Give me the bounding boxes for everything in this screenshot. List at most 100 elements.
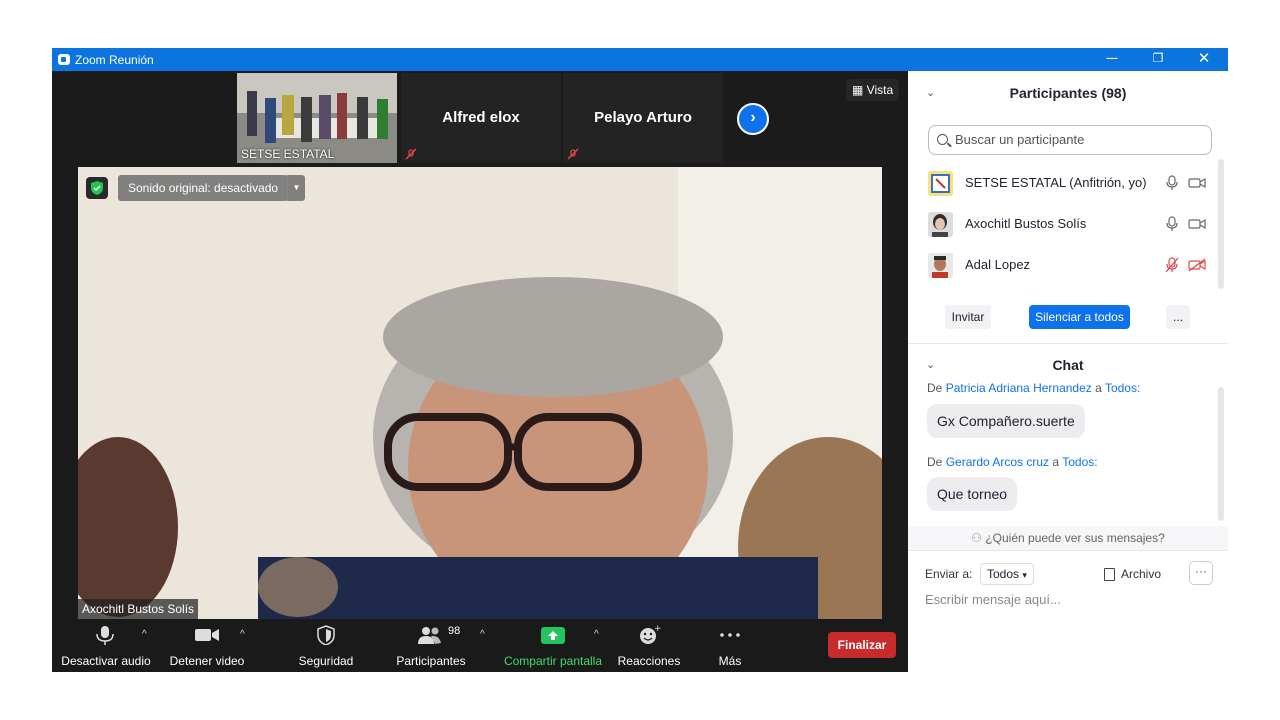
collapse-chevron-icon[interactable]: ⌄ <box>926 73 935 113</box>
tile-name: Pelayo Arturo <box>594 109 692 126</box>
search-placeholder: Buscar un participante <box>955 132 1085 147</box>
chat-message-header: De Patricia Adriana Hernandez a Todos: <box>927 381 1140 395</box>
person-photo <box>928 212 953 237</box>
tile-name: Alfred elox <box>442 109 520 126</box>
svg-text:+: + <box>654 625 662 634</box>
video-tile-setse[interactable]: SETSE ESTATAL <box>237 73 397 163</box>
participant-row[interactable]: SETSE ESTATAL (Anfitrión, yo) <box>908 163 1218 204</box>
file-label: Archivo <box>1121 567 1162 581</box>
sender-name[interactable]: Gerardo Arcos cruz <box>946 455 1049 469</box>
chat-scrollbar[interactable] <box>1218 387 1224 521</box>
microphone-icon[interactable] <box>1165 175 1179 191</box>
window-title: Zoom Reunión <box>75 53 154 67</box>
more-dots-icon <box>720 633 740 637</box>
reactions-label: Reacciones <box>617 654 681 668</box>
zoom-window: Zoom Reunión ─ ❐ ✕ SETSE ESTATAL Alfred … <box>52 48 1228 672</box>
participants-count-badge: 98 <box>448 625 461 637</box>
chat-bubble: Que torneo <box>927 477 1018 511</box>
mute-all-button[interactable]: Silenciar a todos <box>1029 305 1130 329</box>
chat-bubble: Gx Compañero.suerte <box>927 404 1085 438</box>
view-label: Vista <box>866 83 894 97</box>
close-button[interactable]: ✕ <box>1181 48 1227 71</box>
participants-button[interactable]: 98 Participantes <box>392 619 470 672</box>
stop-video-button[interactable]: Detener video <box>164 619 250 672</box>
video-area: SETSE ESTATAL Alfred elox Pelayo Arturo <box>52 71 908 672</box>
share-options-caret-icon[interactable]: ^ <box>594 629 599 640</box>
reactions-button[interactable]: + Reacciones <box>616 619 682 672</box>
file-icon <box>1104 568 1115 582</box>
recipient-name[interactable]: Todos: <box>1105 381 1140 395</box>
video-tile-pelayo[interactable]: Pelayo Arturo <box>563 73 723 163</box>
send-to-dropdown[interactable]: Todos ▾ <box>980 563 1034 585</box>
microphone-icon[interactable] <box>1165 216 1179 232</box>
invite-button[interactable]: Invitar <box>945 305 991 329</box>
mute-audio-label: Desactivar audio <box>61 654 151 668</box>
video-camera-icon <box>195 629 219 641</box>
participant-list: SETSE ESTATAL (Anfitrión, yo) Axochitl B… <box>908 163 1228 287</box>
video-tile-alfred[interactable]: Alfred elox <box>401 73 561 163</box>
security-shield-icon <box>317 625 335 645</box>
tile-name: SETSE ESTATAL <box>241 147 335 161</box>
share-screen-label: Compartir pantalla <box>503 654 603 668</box>
recipient-name[interactable]: Todos: <box>1062 455 1097 469</box>
meeting-toolbar: Desactivar audio ^ Detener video ^ Segur… <box>52 619 908 672</box>
share-screen-button[interactable]: Compartir pantalla <box>500 619 606 672</box>
next-page-arrow-icon[interactable]: › <box>737 103 769 135</box>
person-photo <box>928 253 953 278</box>
chat-message-header: De Gerardo Arcos cruz a Todos: <box>927 455 1098 469</box>
speaker-name-label: Axochitl Bustos Solís <box>78 599 199 619</box>
to-word: a <box>1095 381 1102 395</box>
participant-row[interactable]: Axochitl Bustos Solís <box>908 204 1218 245</box>
more-label: Más <box>718 654 742 668</box>
search-icon <box>937 134 948 145</box>
who-can-see-label: ¿Quién puede ver sus mensajes? <box>985 531 1165 545</box>
avatar <box>928 212 953 237</box>
grid-icon: ▦ <box>852 83 867 97</box>
active-speaker-video <box>78 167 882 619</box>
participant-name: SETSE ESTATAL (Anfitrión, yo) <box>965 175 1147 190</box>
from-prefix: De <box>927 381 943 395</box>
video-camera-icon[interactable] <box>1188 217 1206 231</box>
participants-scrollbar[interactable] <box>1218 159 1224 289</box>
participant-search-input[interactable]: Buscar un participante <box>928 125 1212 155</box>
original-sound-button[interactable]: Sonido original: desactivado <box>118 175 289 201</box>
encryption-shield-icon[interactable] <box>86 177 108 199</box>
mute-audio-button[interactable]: Desactivar audio <box>60 619 152 672</box>
participant-name: Adal Lopez <box>965 257 1031 272</box>
mic-muted-icon[interactable] <box>1165 257 1179 273</box>
stop-video-label: Detener video <box>169 654 245 668</box>
participant-name: Axochitl Bustos Solís <box>965 216 1087 231</box>
chat-message-input[interactable]: Escribir mensaje aquí... <box>925 592 1061 607</box>
chevron-down-icon[interactable]: ▼ <box>287 175 305 201</box>
video-camera-icon[interactable] <box>1188 176 1206 190</box>
participants-header: ⌄ Participantes (98) <box>908 73 1228 113</box>
setse-logo <box>928 171 953 196</box>
zoom-logo-icon <box>58 54 70 65</box>
end-meeting-button[interactable]: Finalizar <box>828 632 896 658</box>
video-off-icon[interactable] <box>1188 258 1206 272</box>
file-button[interactable]: Archivo <box>1104 562 1161 586</box>
restore-button[interactable]: ❐ <box>1135 48 1181 71</box>
share-screen-icon <box>541 627 565 644</box>
participants-title: Participantes (98) <box>1009 85 1127 101</box>
video-options-caret-icon[interactable]: ^ <box>240 629 245 640</box>
mic-muted-icon <box>567 148 579 160</box>
section-divider <box>908 343 1228 344</box>
participant-row[interactable]: Adal Lopez <box>908 245 1218 286</box>
gallery-strip: SETSE ESTATAL Alfred elox Pelayo Arturo <box>237 73 769 165</box>
view-button[interactable]: ▦ Vista <box>846 79 900 101</box>
shield-glyph <box>91 181 103 195</box>
more-button[interactable]: Más <box>706 619 754 672</box>
audio-options-caret-icon[interactable]: ^ <box>142 629 147 640</box>
to-word: a <box>1052 455 1060 469</box>
avatar <box>928 171 953 196</box>
sender-name[interactable]: Patricia Adriana Hernandez <box>946 381 1092 395</box>
minimize-button[interactable]: ─ <box>1089 48 1135 71</box>
security-button[interactable]: Seguridad <box>288 619 364 672</box>
participants-options-caret-icon[interactable]: ^ <box>480 629 485 640</box>
chat-messages: De Patricia Adriana Hernandez a Todos: G… <box>908 377 1228 525</box>
participants-more-button[interactable]: ... <box>1166 305 1190 329</box>
speaker-picture <box>78 167 882 619</box>
who-can-see-link[interactable]: ⚇ ¿Quién puede ver sus mensajes? <box>908 526 1228 550</box>
chat-more-button[interactable]: ··· <box>1189 561 1213 585</box>
